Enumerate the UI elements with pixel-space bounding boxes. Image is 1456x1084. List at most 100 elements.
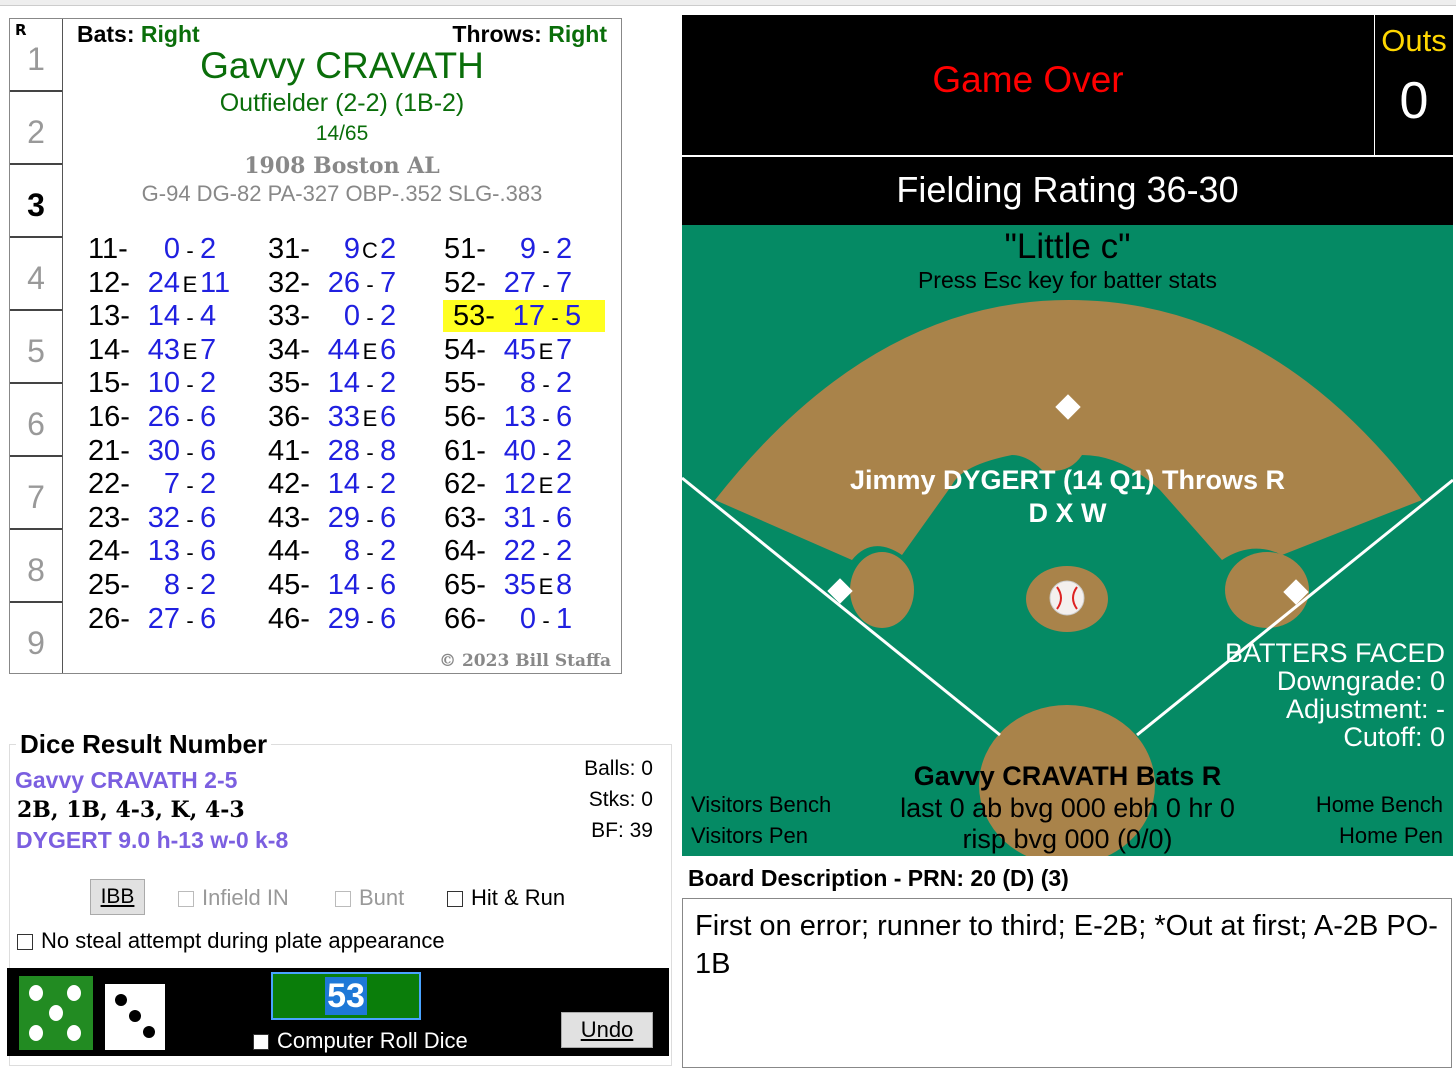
chart-entry-54: 54- 45 E7 (444, 334, 572, 366)
chart-entry-36: 36- 33 E6 (268, 401, 396, 433)
result-code: E (538, 338, 554, 364)
chart-entry-14: 14- 43 E7 (88, 334, 216, 366)
chart-entry-56: 56- 13-6 (444, 401, 572, 433)
result-b: 2 (556, 468, 573, 501)
chart-entry-31: 31- 9C2 (268, 233, 396, 265)
result-b: 2 (556, 367, 573, 400)
chart-entry-11: 11- 0-2 (88, 233, 216, 265)
result-a: 12 (503, 468, 536, 501)
row-2[interactable]: 2 (10, 92, 62, 165)
row-1[interactable]: 1 (10, 19, 62, 92)
result-b: 11 (200, 266, 231, 299)
dice-number: 14- (88, 333, 130, 366)
result-b: 6 (200, 401, 217, 433)
dice-number: 11- (88, 233, 128, 265)
dice-number: 66- (444, 602, 486, 635)
row-5[interactable]: 5 (10, 311, 62, 384)
result-code: E (538, 473, 554, 499)
third-base-dirt (850, 552, 914, 628)
result-b: 6 (200, 434, 217, 467)
dice-number: 16- (88, 401, 130, 433)
baseball-icon (1049, 580, 1085, 616)
result-b: 1 (556, 602, 573, 635)
home-bench-link[interactable]: Home Bench (1316, 789, 1443, 820)
result-b: 2 (380, 367, 397, 400)
dice-number: 31- (268, 233, 310, 265)
no-steal-checkbox[interactable]: No steal attempt during plate appearance (17, 928, 445, 954)
result-code: - (186, 607, 194, 633)
hit-and-run-checkbox[interactable]: Hit & Run (447, 885, 565, 911)
dice-icon[interactable] (19, 976, 165, 1050)
dice-result-input[interactable]: 53 (271, 972, 421, 1020)
dice-number: 55- (444, 367, 486, 400)
infield-in-checkbox[interactable]: Infield IN (178, 885, 289, 911)
chart-entry-22: 22- 7-2 (88, 468, 216, 500)
computer-roll-checkbox[interactable]: Computer Roll Dice (253, 1028, 468, 1054)
result-b: 7 (200, 333, 217, 366)
dice-number: 52- (444, 266, 486, 299)
row-7[interactable]: 7 (10, 457, 62, 530)
result-a: 28 (327, 434, 360, 467)
dice-roll-bar: 53 Computer Roll Dice Undo (7, 968, 669, 1056)
chart-entry-51: 51- 9-2 (444, 233, 572, 265)
chart-entry-21: 21- 30-6 (88, 435, 216, 467)
result-b: 2 (380, 233, 397, 265)
player-name: Gavvy CRAVATH (200, 45, 484, 86)
result-code: C (362, 238, 378, 263)
home-pen-link[interactable]: Home Pen (1316, 820, 1443, 851)
dice-number: 42- (268, 468, 310, 501)
row-4[interactable]: 4 (10, 238, 62, 311)
row-9[interactable]: 9 (10, 603, 62, 676)
adjustment: Adjustment: - (1285, 694, 1445, 724)
dice-number: 64- (444, 535, 486, 568)
chart-entry-35: 35- 14-2 (268, 367, 396, 399)
result-b: 6 (380, 602, 397, 635)
result-b: 2 (380, 468, 397, 501)
baseball-field[interactable]: "Little c" Press Esc key for batter stat… (682, 225, 1453, 856)
result-b: 2 (200, 367, 217, 400)
result-code: - (366, 574, 374, 599)
result-code: - (186, 574, 194, 599)
dice-number: 53- (453, 300, 495, 333)
row-8[interactable]: 8 (10, 530, 62, 603)
row-selector: R 123456789 (10, 19, 63, 673)
roll-value: 53 (325, 977, 367, 1015)
dice-number: 33- (268, 300, 310, 333)
dice-number: 25- (88, 569, 130, 601)
result-b: 6 (556, 501, 573, 534)
visitors-bench-link[interactable]: Visitors Bench (691, 789, 831, 820)
ibb-button[interactable]: IBB (90, 879, 145, 915)
checkbox-icon (447, 891, 463, 908)
chart-entry-55: 55- 8-2 (444, 367, 572, 399)
result-a: 27 (147, 602, 180, 635)
result-code: - (186, 305, 194, 331)
result-a: 0 (519, 602, 536, 635)
result-a: 13 (147, 535, 180, 568)
result-code: - (366, 439, 374, 465)
chart-entry-26: 26- 27-6 (88, 603, 216, 635)
no-steal-label: No steal attempt during plate appearance (41, 928, 445, 953)
dice-number: 63- (444, 501, 486, 534)
dice-number: 56- (444, 401, 486, 433)
outs-label: Outs (1381, 23, 1447, 58)
result-a: 8 (163, 569, 180, 601)
dice-number: 21- (88, 434, 130, 467)
result-a: 40 (503, 434, 536, 467)
undo-button[interactable]: Undo (561, 1012, 653, 1048)
batter-line: Gavvy CRAVATH 2-5 (15, 767, 238, 793)
result-code: - (542, 372, 550, 398)
chart-entry-33: 33- 0-2 (268, 300, 396, 332)
pitcher-info: Jimmy DYGERT (14 Q1) Throws R (849, 465, 1286, 495)
results-line: 2B, 1B, 4-3, K, 4-3 (17, 797, 245, 823)
result-a: 0 (343, 300, 360, 333)
visitors-pen-link[interactable]: Visitors Pen (691, 820, 831, 851)
result-code: - (542, 406, 550, 431)
bunt-checkbox[interactable]: Bunt (335, 885, 404, 911)
result-b: 6 (380, 501, 397, 534)
result-b: 2 (200, 233, 217, 265)
result-a: 26 (327, 266, 360, 299)
result-code: - (186, 506, 194, 532)
row-6[interactable]: 6 (10, 384, 62, 457)
row-3[interactable]: 3 (10, 165, 62, 238)
dice-number: 35- (268, 367, 310, 400)
